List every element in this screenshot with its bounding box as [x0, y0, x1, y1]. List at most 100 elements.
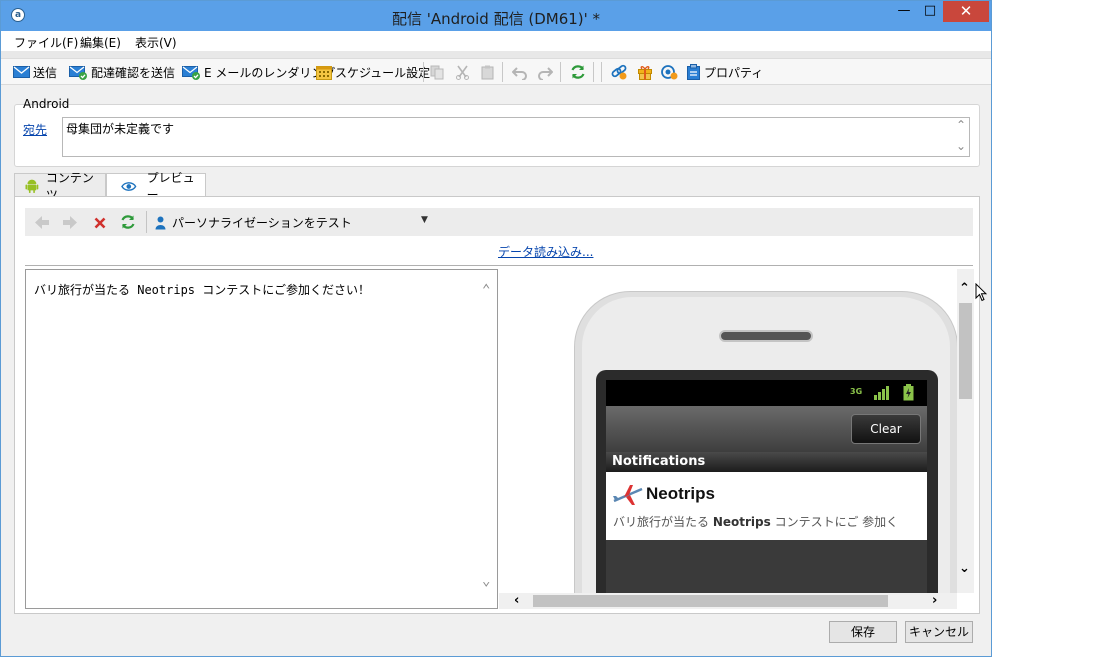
notifications-header: Notifications — [606, 452, 927, 472]
email-render-button[interactable]: E メールのレンダリング — [182, 63, 335, 81]
clipboard-icon — [687, 64, 700, 80]
save-button[interactable]: 保存 — [829, 621, 897, 643]
toolbar-divider — [593, 62, 594, 82]
cancel-button[interactable]: キャンセル — [905, 621, 973, 643]
chevron-down-icon[interactable]: ▼ — [421, 215, 428, 225]
undo-button[interactable] — [512, 63, 531, 81]
toolbar-divider — [560, 62, 561, 82]
scroll-left-icon[interactable]: ‹ — [514, 593, 519, 608]
phone-preview-area: 3G Clear Notifications Neotrips バリ旅行が当たる… — [499, 269, 957, 593]
envelope-check-icon — [69, 65, 87, 80]
notification-text-bold: Neotrips — [712, 515, 771, 529]
menu-view[interactable]: 表示(V) — [135, 34, 177, 51]
text-scroll-down-icon[interactable]: ⌄ — [482, 573, 490, 589]
phone-screen: 3G Clear Notifications Neotrips バリ旅行が当たる… — [606, 380, 927, 593]
cut-button[interactable] — [455, 63, 473, 81]
notification-text-part: コンテストにご 参加く — [770, 515, 899, 529]
paste-button[interactable] — [480, 63, 498, 81]
recipient-value: 母集団が未定義です — [66, 122, 175, 136]
notification-text-part: バリ旅行が当たる — [613, 515, 713, 529]
toolbar-divider — [423, 62, 424, 82]
copy-icon — [430, 65, 444, 79]
schedule-label: スケジュール設定 — [335, 65, 431, 80]
android-icon — [25, 179, 39, 193]
forward-arrow-icon[interactable] — [62, 215, 78, 230]
notification-text: バリ旅行が当たる Neotrips コンテストにご 参加く — [613, 513, 898, 530]
phone-speaker — [719, 330, 813, 342]
scroll-right-icon[interactable]: › — [932, 593, 937, 608]
group-label: Android — [23, 97, 70, 111]
mouse-cursor-icon — [975, 283, 987, 302]
clear-button[interactable]: Clear — [851, 414, 921, 444]
close-button[interactable]: ✕ — [943, 1, 989, 22]
title-bar: a 配信 'Android 配信 (DM61)' * — □ ✕ — [1, 1, 991, 31]
menu-bar: ファイル(F) 編集(E) 表示(V) — [1, 31, 991, 51]
toolbar-divider — [502, 62, 503, 82]
recipient-scroll-down-icon[interactable]: ⌄ — [956, 139, 966, 153]
gift-icon — [638, 66, 652, 80]
preview-divider — [25, 265, 973, 266]
scroll-up-icon[interactable]: ⌃ — [959, 281, 970, 296]
gift-button[interactable] — [637, 63, 656, 81]
message-text: バリ旅行が当たる Neotrips コンテストにご参加ください！ — [34, 283, 371, 297]
eye-icon — [121, 181, 137, 191]
send-label: 送信 — [33, 65, 58, 80]
undo-icon — [512, 66, 527, 80]
minimize-button[interactable]: — — [891, 1, 917, 22]
text-scroll-up-icon[interactable]: ⌃ — [482, 282, 490, 298]
menubar-divider — [1, 51, 991, 59]
send-proof-button[interactable]: 配達確認を送信 — [69, 63, 175, 81]
scroll-down-icon[interactable]: ⌄ — [959, 561, 970, 576]
refresh-icon[interactable] — [120, 214, 136, 230]
personalization-selector[interactable]: パーソナライゼーションをテスト — [155, 214, 352, 231]
battery-icon — [903, 384, 914, 401]
preview-toolbar-divider — [146, 211, 147, 233]
notification-header-bar: Clear — [606, 406, 927, 452]
calendar-icon — [316, 66, 332, 80]
refresh-button[interactable] — [570, 63, 589, 81]
scissors-icon — [456, 65, 469, 80]
main-toolbar: 送信 配達確認を送信 E メールのレンダリング スケジュール設定 プロパティ — [1, 59, 991, 85]
personalization-label: パーソナライゼーションをテスト — [172, 216, 352, 230]
send-proof-label: 配達確認を送信 — [91, 65, 176, 80]
delete-icon[interactable] — [94, 217, 106, 229]
notification-card[interactable]: Neotrips バリ旅行が当たる Neotrips コンテストにご 参加く — [606, 472, 927, 540]
link-icon — [611, 64, 627, 80]
user-icon — [155, 216, 166, 229]
tab-content[interactable]: コンテンツ — [14, 171, 106, 202]
target-icon — [661, 65, 678, 80]
delivery-window: a 配信 'Android 配信 (DM61)' * — □ ✕ ファイル(F)… — [0, 0, 992, 657]
envelope-icon — [13, 66, 30, 78]
back-arrow-icon[interactable] — [34, 215, 50, 230]
network-label: 3G — [850, 387, 863, 396]
properties-button[interactable]: プロパティ — [686, 63, 763, 81]
schedule-button[interactable]: スケジュール設定 — [316, 63, 430, 81]
target-button[interactable] — [661, 63, 681, 81]
link-button[interactable] — [611, 63, 631, 81]
preview-toolbar: パーソナライゼーションをテスト ▼ — [25, 208, 973, 236]
data-load-link[interactable]: データ読み込み... — [498, 243, 593, 260]
refresh-icon — [571, 65, 585, 79]
signal-icon — [874, 386, 889, 400]
message-text-area[interactable]: バリ旅行が当たる Neotrips コンテストにご参加ください！ ⌃ ⌄ — [25, 269, 498, 609]
redo-button[interactable] — [537, 63, 556, 81]
send-button[interactable]: 送信 — [13, 63, 57, 81]
tab-preview[interactable]: プレビュー — [106, 171, 206, 202]
vertical-scroll-thumb[interactable] — [959, 303, 972, 399]
recipient-link[interactable]: 宛先 — [23, 121, 47, 138]
properties-label: プロパティ — [704, 65, 764, 80]
phone-status-bar: 3G — [606, 380, 927, 406]
copy-button[interactable] — [430, 63, 448, 81]
notification-app-name: Neotrips — [646, 484, 715, 503]
paste-icon — [481, 65, 494, 79]
recipient-scroll-up-icon[interactable]: ⌃ — [956, 118, 966, 132]
window-title: 配信 'Android 配信 (DM61)' * — [391, 10, 601, 28]
recipient-field[interactable]: 母集団が未定義です ⌃ ⌄ — [62, 117, 970, 157]
toolbar-divider — [601, 62, 602, 82]
menu-edit[interactable]: 編集(E) — [80, 34, 121, 51]
horizontal-scroll-thumb[interactable] — [533, 595, 888, 607]
airplane-icon — [613, 485, 643, 505]
maximize-button[interactable]: □ — [917, 1, 943, 22]
email-render-icon — [182, 65, 200, 80]
menu-file[interactable]: ファイル(F) — [14, 34, 78, 51]
